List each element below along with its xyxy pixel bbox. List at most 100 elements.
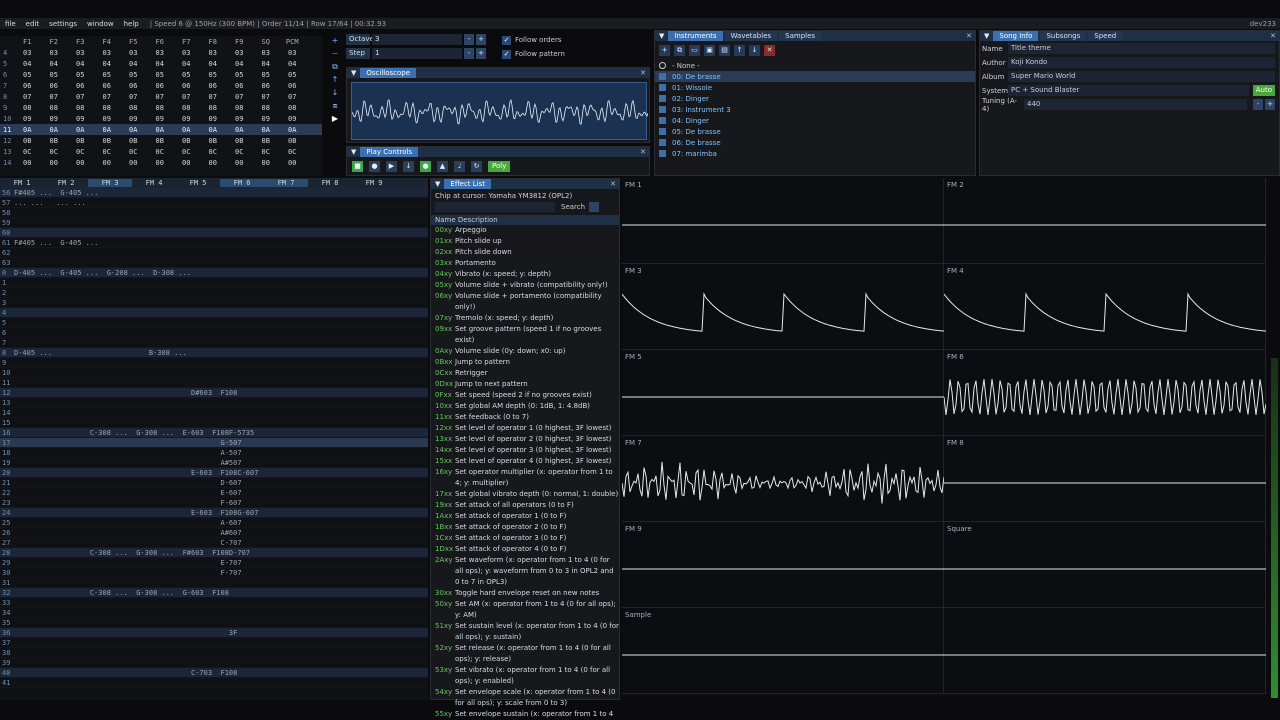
order-cell[interactable]: 00 (67, 159, 94, 167)
order-row[interactable]: 9 08 08 08 08 08 08 08 08 08 08 08 (0, 102, 322, 113)
order-cell[interactable]: 0A (120, 126, 147, 134)
order-cell[interactable]: 07 (41, 93, 68, 101)
order-cell[interactable]: 0B (253, 137, 280, 145)
close-icon[interactable]: ✕ (640, 69, 646, 77)
order-cell[interactable]: 03 (226, 49, 253, 57)
order-cell[interactable]: 03 (94, 49, 121, 57)
order-cell[interactable]: 06 (279, 82, 306, 90)
order-cell[interactable]: 08 (94, 104, 121, 112)
pattern-row[interactable]: 25 A-607 (0, 518, 428, 528)
order-cell[interactable]: 0B (14, 137, 41, 145)
save-all-icon[interactable]: ▤ (719, 45, 730, 56)
order-cell[interactable]: 0C (67, 148, 94, 156)
order-cell[interactable]: 06 (147, 82, 174, 90)
pattern-row[interactable]: 41 (0, 678, 428, 688)
order-cell[interactable]: 09 (41, 115, 68, 123)
effect-item[interactable]: 54xy Set envelope scale (x: operator from… (431, 687, 619, 709)
instrument-item[interactable]: 02: Dinger (655, 93, 975, 104)
order-row[interactable]: 14 00 00 00 00 00 00 00 00 00 00 00 (0, 157, 322, 168)
pattern-row[interactable]: 6 (0, 328, 428, 338)
order-cell[interactable]: 0C (94, 148, 121, 156)
order-cell[interactable]: 08 (226, 104, 253, 112)
order-cell[interactable]: 04 (279, 60, 306, 68)
stop-button[interactable]: ■ (352, 161, 363, 172)
pattern-row[interactable]: 2 (0, 288, 428, 298)
order-row[interactable]: 7 06 06 06 06 06 06 06 06 06 06 06 (0, 80, 322, 91)
pattern-row[interactable]: 24 E-603 F108G-607 (0, 508, 428, 518)
close-icon[interactable]: ✕ (610, 180, 616, 188)
order-row[interactable]: 5 04 04 04 04 04 04 04 04 04 04 04 (0, 58, 322, 69)
pattern-row[interactable]: 12 D#603 F108 (0, 388, 428, 398)
order-cell[interactable]: 06 (200, 82, 227, 90)
order-cell[interactable]: 0A (253, 126, 280, 134)
order-cell[interactable]: 05 (253, 71, 280, 79)
step-increase-button[interactable]: + (476, 47, 486, 59)
album-field[interactable]: Super Mario World (1008, 71, 1275, 82)
order-cell[interactable]: 0A (200, 126, 227, 134)
tab-speed[interactable]: Speed (1088, 31, 1123, 41)
order-cell[interactable]: 06 (226, 82, 253, 90)
step-decrease-button[interactable]: - (464, 47, 474, 59)
instrument-item[interactable]: 04: Dinger (655, 115, 975, 126)
pattern-row[interactable]: 8 D-405 ... B-308 ... (0, 348, 428, 358)
order-cell[interactable]: 04 (120, 60, 147, 68)
move-down-icon[interactable]: ↓ (330, 88, 340, 97)
order-cell[interactable]: 08 (147, 104, 174, 112)
move-down-icon[interactable]: ↓ (749, 45, 760, 56)
order-cell[interactable]: 05 (279, 71, 306, 79)
effect-item[interactable]: 51xy Set sustain level (x: operator from … (431, 621, 619, 643)
order-row[interactable]: 11 0A 0A 0A 0A 0A 0A 0A 0A 0A 0A 0A (0, 124, 322, 135)
order-cell[interactable]: 08 (253, 104, 280, 112)
order-cell[interactable]: 00 (120, 159, 147, 167)
order-cell[interactable]: 04 (67, 60, 94, 68)
effect-item[interactable]: 0Bxx Jump to pattern (431, 357, 619, 368)
order-cell[interactable]: 04 (94, 60, 121, 68)
metronome-icon[interactable]: ♩ (454, 161, 465, 172)
effect-item[interactable]: 01xx Pitch slide up (431, 236, 619, 247)
effect-item[interactable]: 1Axx Set attack of operator 1 (0 to F) (431, 511, 619, 522)
order-cell[interactable]: 0B (67, 137, 94, 145)
close-icon[interactable]: ✕ (640, 148, 646, 156)
order-cell[interactable]: 0A (94, 126, 121, 134)
order-cell[interactable]: 04 (253, 60, 280, 68)
pattern-row[interactable]: 38 (0, 648, 428, 658)
pattern-row[interactable]: 1 (0, 278, 428, 288)
channel-header[interactable]: FM 5 (176, 179, 220, 187)
pattern-row[interactable]: 30 F-707 (0, 568, 428, 578)
pattern-row[interactable]: 58 (0, 208, 428, 218)
order-cell[interactable]: 04 (147, 60, 174, 68)
pattern-row[interactable]: 22 E-607 (0, 488, 428, 498)
order-row[interactable]: 4 03 03 03 03 03 03 03 03 03 03 03 (0, 47, 322, 58)
channel-header[interactable]: FM 4 (132, 179, 176, 187)
delete-icon[interactable]: ✕ (764, 45, 775, 56)
pattern-row[interactable]: 19 A#507 (0, 458, 428, 468)
effect-search-input[interactable] (435, 201, 555, 212)
order-cell[interactable]: 04 (173, 60, 200, 68)
order-cell[interactable]: 08 (200, 104, 227, 112)
order-cell[interactable]: 07 (173, 93, 200, 101)
order-cell[interactable]: 0B (279, 137, 306, 145)
order-cell[interactable]: 00 (200, 159, 227, 167)
menu-help[interactable]: help (119, 20, 144, 28)
close-icon[interactable]: ✕ (966, 32, 972, 40)
order-cell[interactable]: 00 (14, 159, 41, 167)
tab-samples[interactable]: Samples (779, 31, 822, 41)
order-cell[interactable]: 08 (14, 104, 41, 112)
clone-order-icon[interactable]: ⧈ (330, 101, 340, 110)
pattern-row[interactable]: 14 (0, 408, 428, 418)
order-row[interactable]: 13 0C 0C 0C 0C 0C 0C 0C 0C 0C 0C 0C (0, 146, 322, 157)
order-cell[interactable]: 09 (120, 115, 147, 123)
collapse-icon[interactable]: ▼ (435, 180, 440, 188)
effect-item[interactable]: 02xx Pitch slide down (431, 247, 619, 258)
effect-item[interactable]: 16xy Set operator multiplier (x: operator… (431, 467, 619, 489)
order-cell[interactable]: 0B (94, 137, 121, 145)
octave-input[interactable]: 3 (372, 33, 462, 45)
instrument-item[interactable]: - None - (655, 60, 975, 71)
channel-header[interactable]: FM 8 (308, 179, 352, 187)
collapse-icon[interactable]: ▼ (351, 148, 356, 156)
pattern-row[interactable]: 28 C-308 ... G-308 ... F#603 F108D-707 (0, 548, 428, 558)
open-folder-icon[interactable]: ▭ (689, 45, 700, 56)
tab-wavetables[interactable]: Wavetables (724, 31, 778, 41)
order-cell[interactable]: 07 (253, 93, 280, 101)
menu-edit[interactable]: edit (21, 20, 44, 28)
